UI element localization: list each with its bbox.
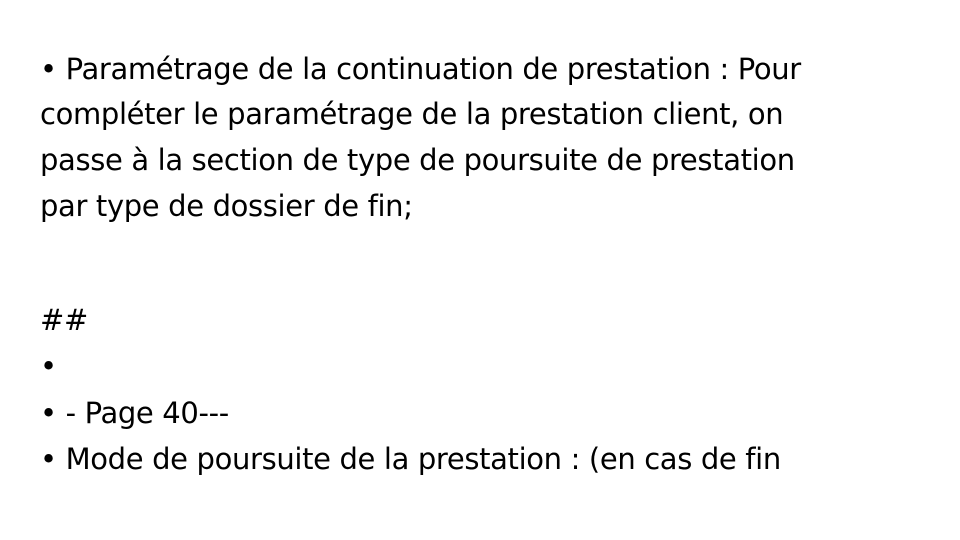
slide-content: • Paramétrage de la continuation de pres… (40, 0, 940, 540)
page-marker: • - Page 40--- (40, 396, 229, 430)
text-line-2: compléter le paramétrage de la prestatio… (40, 97, 784, 131)
text-line-1: • Paramétrage de la continuation de pres… (40, 52, 801, 86)
text-line-4: par type de dossier de fin; (40, 189, 413, 223)
text-line-3: passe à la section de type de poursuite … (40, 143, 795, 177)
heading-marker: ## (40, 303, 88, 337)
text-line-mode: • Mode de poursuite de la prestation : (… (40, 442, 781, 476)
empty-bullet: • (40, 349, 57, 383)
